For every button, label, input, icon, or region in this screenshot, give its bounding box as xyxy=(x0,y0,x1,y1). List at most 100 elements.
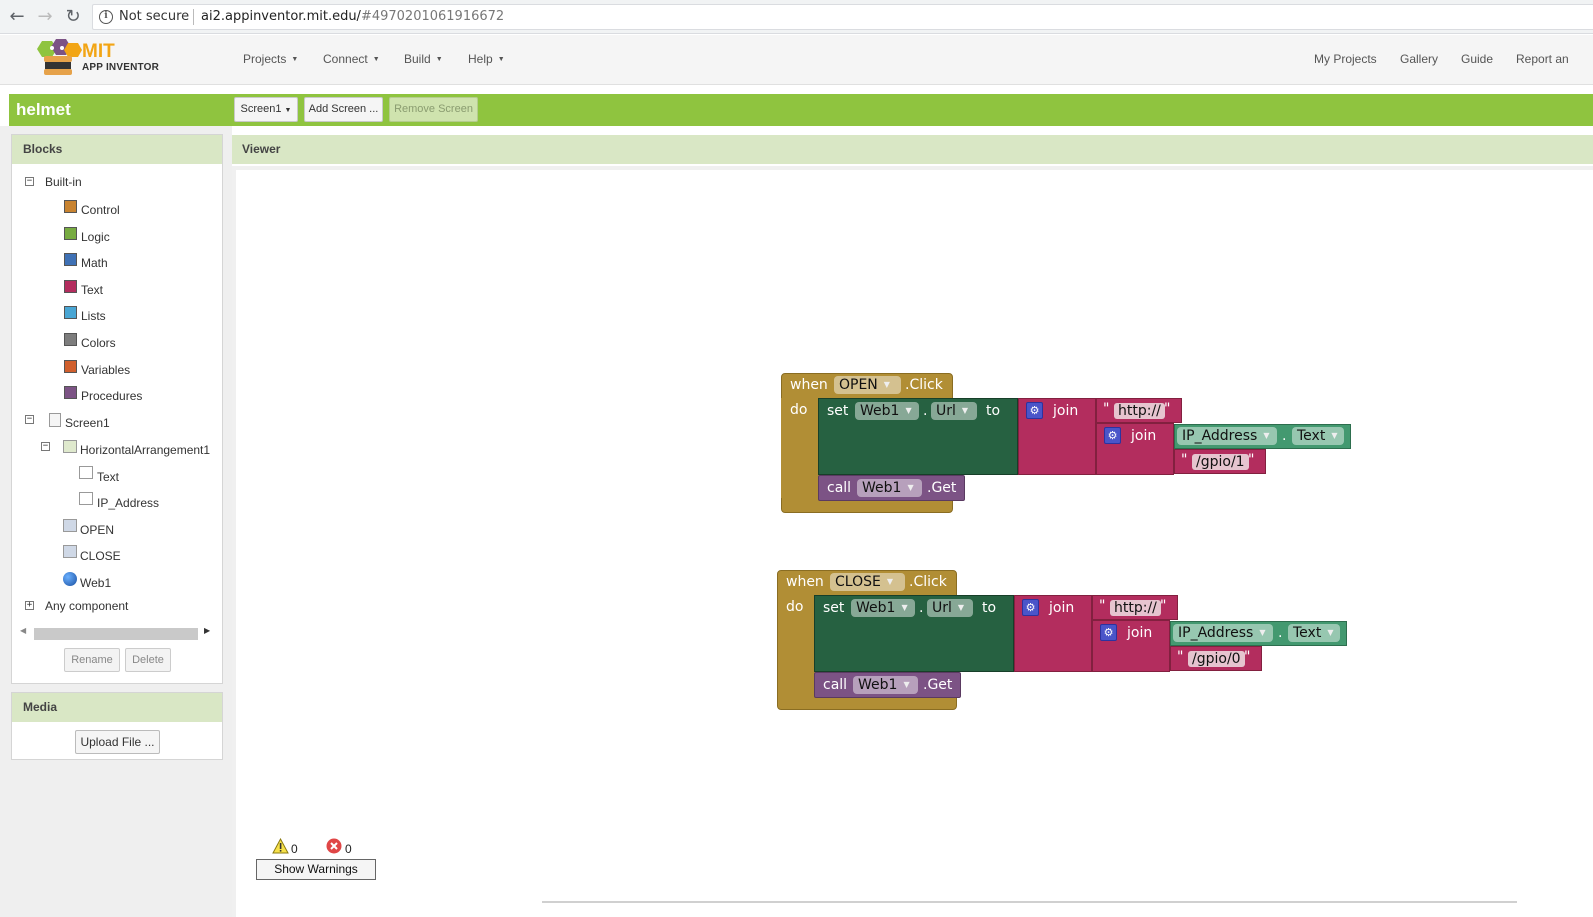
dropdown-value: Web1 xyxy=(862,480,902,496)
button-icon xyxy=(63,545,77,558)
tree-text[interactable]: Text xyxy=(97,470,119,484)
do-label: do xyxy=(786,599,804,615)
gear-icon[interactable]: ⚙ xyxy=(1104,427,1121,444)
join-label: join xyxy=(1131,428,1157,444)
browser-toolbar: ← → ↻ i Not secure ai2.appinventor.mit.e… xyxy=(0,0,1593,34)
set-component-dropdown[interactable]: Web1 ▼ xyxy=(851,599,915,617)
menu-connect[interactable]: Connect ▼ xyxy=(323,52,380,66)
chevron-down-icon: ▼ xyxy=(905,406,912,415)
show-warnings-button[interactable]: Show Warnings xyxy=(256,859,376,880)
text-component-dropdown[interactable]: IP_Address ▼ xyxy=(1173,624,1273,642)
tree-builtin-procedures[interactable]: Procedures xyxy=(81,389,142,403)
to-label: to xyxy=(982,600,997,616)
string-value[interactable]: http:// xyxy=(1114,403,1165,419)
tree-builtin[interactable]: Built-in xyxy=(45,175,82,189)
property-dropdown[interactable]: Url ▼ xyxy=(927,599,973,617)
collapse-toggle-icon[interactable]: − xyxy=(25,415,34,424)
tree-open[interactable]: OPEN xyxy=(80,523,114,537)
warning-triangle-icon xyxy=(272,838,289,854)
string-value[interactable]: /gpio/0 xyxy=(1188,651,1245,667)
screen-select-button[interactable]: Screen1 ▼ xyxy=(234,97,298,122)
set-component-dropdown[interactable]: Web1 ▼ xyxy=(855,402,919,420)
gear-icon[interactable]: ⚙ xyxy=(1022,599,1039,616)
warnings-count: 0 xyxy=(291,842,298,856)
tree-ip-address[interactable]: IP_Address xyxy=(97,496,159,510)
link-guide[interactable]: Guide xyxy=(1461,52,1493,66)
tree-builtin-text[interactable]: Text xyxy=(81,283,103,297)
scroll-left-icon[interactable]: ◀ xyxy=(20,626,26,635)
globe-icon xyxy=(63,572,77,586)
tree-builtin-control[interactable]: Control xyxy=(81,203,120,217)
rename-button[interactable]: Rename xyxy=(64,648,120,672)
call-component-dropdown[interactable]: Web1 ▼ xyxy=(853,676,918,694)
builtin-swatch-icon xyxy=(64,253,77,266)
call-component-dropdown[interactable]: Web1 ▼ xyxy=(857,479,922,497)
reload-icon[interactable]: ↻ xyxy=(62,6,84,28)
screen-select-label: Screen1 xyxy=(240,103,282,115)
delete-button[interactable]: Delete xyxy=(125,648,171,672)
tree-any-component[interactable]: Any component xyxy=(45,599,128,613)
upload-file-button[interactable]: Upload File ... xyxy=(75,730,160,754)
chevron-down-icon: ▼ xyxy=(957,603,965,612)
text-property-dropdown[interactable]: Text ▼ xyxy=(1292,427,1344,445)
close-component-dropdown[interactable]: CLOSE ▼ xyxy=(830,573,905,591)
blocks-workspace[interactable] xyxy=(232,166,1593,917)
add-screen-button[interactable]: Add Screen ... xyxy=(304,97,383,122)
url-text[interactable]: ai2.appinventor.mit.edu/#497020106191667… xyxy=(201,9,504,24)
tree-builtin-colors[interactable]: Colors xyxy=(81,336,116,350)
close-quote: " xyxy=(1164,401,1171,417)
builtin-swatch-icon xyxy=(64,306,77,319)
builtin-swatch-icon xyxy=(64,280,77,293)
link-my-projects[interactable]: My Projects xyxy=(1314,52,1377,66)
tree-builtin-math[interactable]: Math xyxy=(81,256,108,270)
expand-toggle-icon[interactable]: + xyxy=(25,601,34,610)
menu-help[interactable]: Help ▼ xyxy=(468,52,505,66)
gear-icon[interactable]: ⚙ xyxy=(1100,624,1117,641)
menu-help-label: Help xyxy=(468,52,493,66)
dropdown-value: IP_Address xyxy=(1182,428,1258,444)
viewer-title: Viewer xyxy=(232,135,1593,164)
string-value[interactable]: http:// xyxy=(1110,600,1161,616)
string-value[interactable]: /gpio/1 xyxy=(1192,454,1249,470)
tree-builtin-lists[interactable]: Lists xyxy=(81,309,106,323)
tree-screen1[interactable]: Screen1 xyxy=(65,416,110,430)
label-icon xyxy=(79,466,93,479)
tree-builtin-variables[interactable]: Variables xyxy=(81,363,130,377)
tree-builtin-logic[interactable]: Logic xyxy=(81,230,110,244)
menu-projects[interactable]: Projects ▼ xyxy=(243,52,298,66)
chevron-down-icon: ▼ xyxy=(907,483,914,492)
collapse-toggle-icon[interactable]: − xyxy=(25,177,34,186)
project-name: helmet xyxy=(16,100,71,119)
tree-close[interactable]: CLOSE xyxy=(80,549,121,563)
collapse-toggle-icon[interactable]: − xyxy=(41,442,50,451)
property-dropdown[interactable]: Url ▼ xyxy=(931,402,977,420)
workspace-scrollbar[interactable] xyxy=(542,901,1517,903)
chevron-down-icon: ▼ xyxy=(901,603,908,612)
call-label: call xyxy=(827,480,852,496)
back-arrow-icon[interactable]: ← xyxy=(6,6,28,28)
menu-connect-label: Connect xyxy=(323,52,368,66)
menu-build[interactable]: Build ▼ xyxy=(404,52,443,66)
remove-screen-button[interactable]: Remove Screen xyxy=(389,97,478,122)
app-inventor-logo-icon[interactable] xyxy=(36,39,82,77)
dropdown-value: Web1 xyxy=(860,403,900,419)
media-panel-title: Media xyxy=(12,693,222,722)
address-bar[interactable]: i Not secure ai2.appinventor.mit.edu/#49… xyxy=(92,4,1593,30)
scroll-right-icon[interactable]: ▶ xyxy=(204,626,210,635)
horizontal-scrollbar[interactable]: ◀ ▶ xyxy=(20,625,214,640)
open-quote: " xyxy=(1181,452,1188,468)
link-gallery[interactable]: Gallery xyxy=(1400,52,1438,66)
get-method-label: .Get xyxy=(923,677,953,693)
text-component-dropdown[interactable]: IP_Address ▼ xyxy=(1177,427,1277,445)
scrollbar-thumb[interactable] xyxy=(34,628,198,640)
info-icon[interactable]: i xyxy=(99,10,113,24)
forward-arrow-icon[interactable]: → xyxy=(34,6,56,28)
text-property-dropdown[interactable]: Text ▼ xyxy=(1288,624,1340,642)
open-component-dropdown[interactable]: OPEN ▼ xyxy=(834,376,901,394)
project-toolbar: helmet Screen1 ▼ Add Screen ... Remove S… xyxy=(9,94,1593,126)
dropdown-value: Web1 xyxy=(858,677,898,693)
link-report[interactable]: Report an xyxy=(1516,52,1569,66)
gear-icon[interactable]: ⚙ xyxy=(1026,402,1043,419)
tree-horizontal-arrangement[interactable]: HorizontalArrangement1 xyxy=(80,443,210,457)
tree-web1[interactable]: Web1 xyxy=(80,576,111,590)
